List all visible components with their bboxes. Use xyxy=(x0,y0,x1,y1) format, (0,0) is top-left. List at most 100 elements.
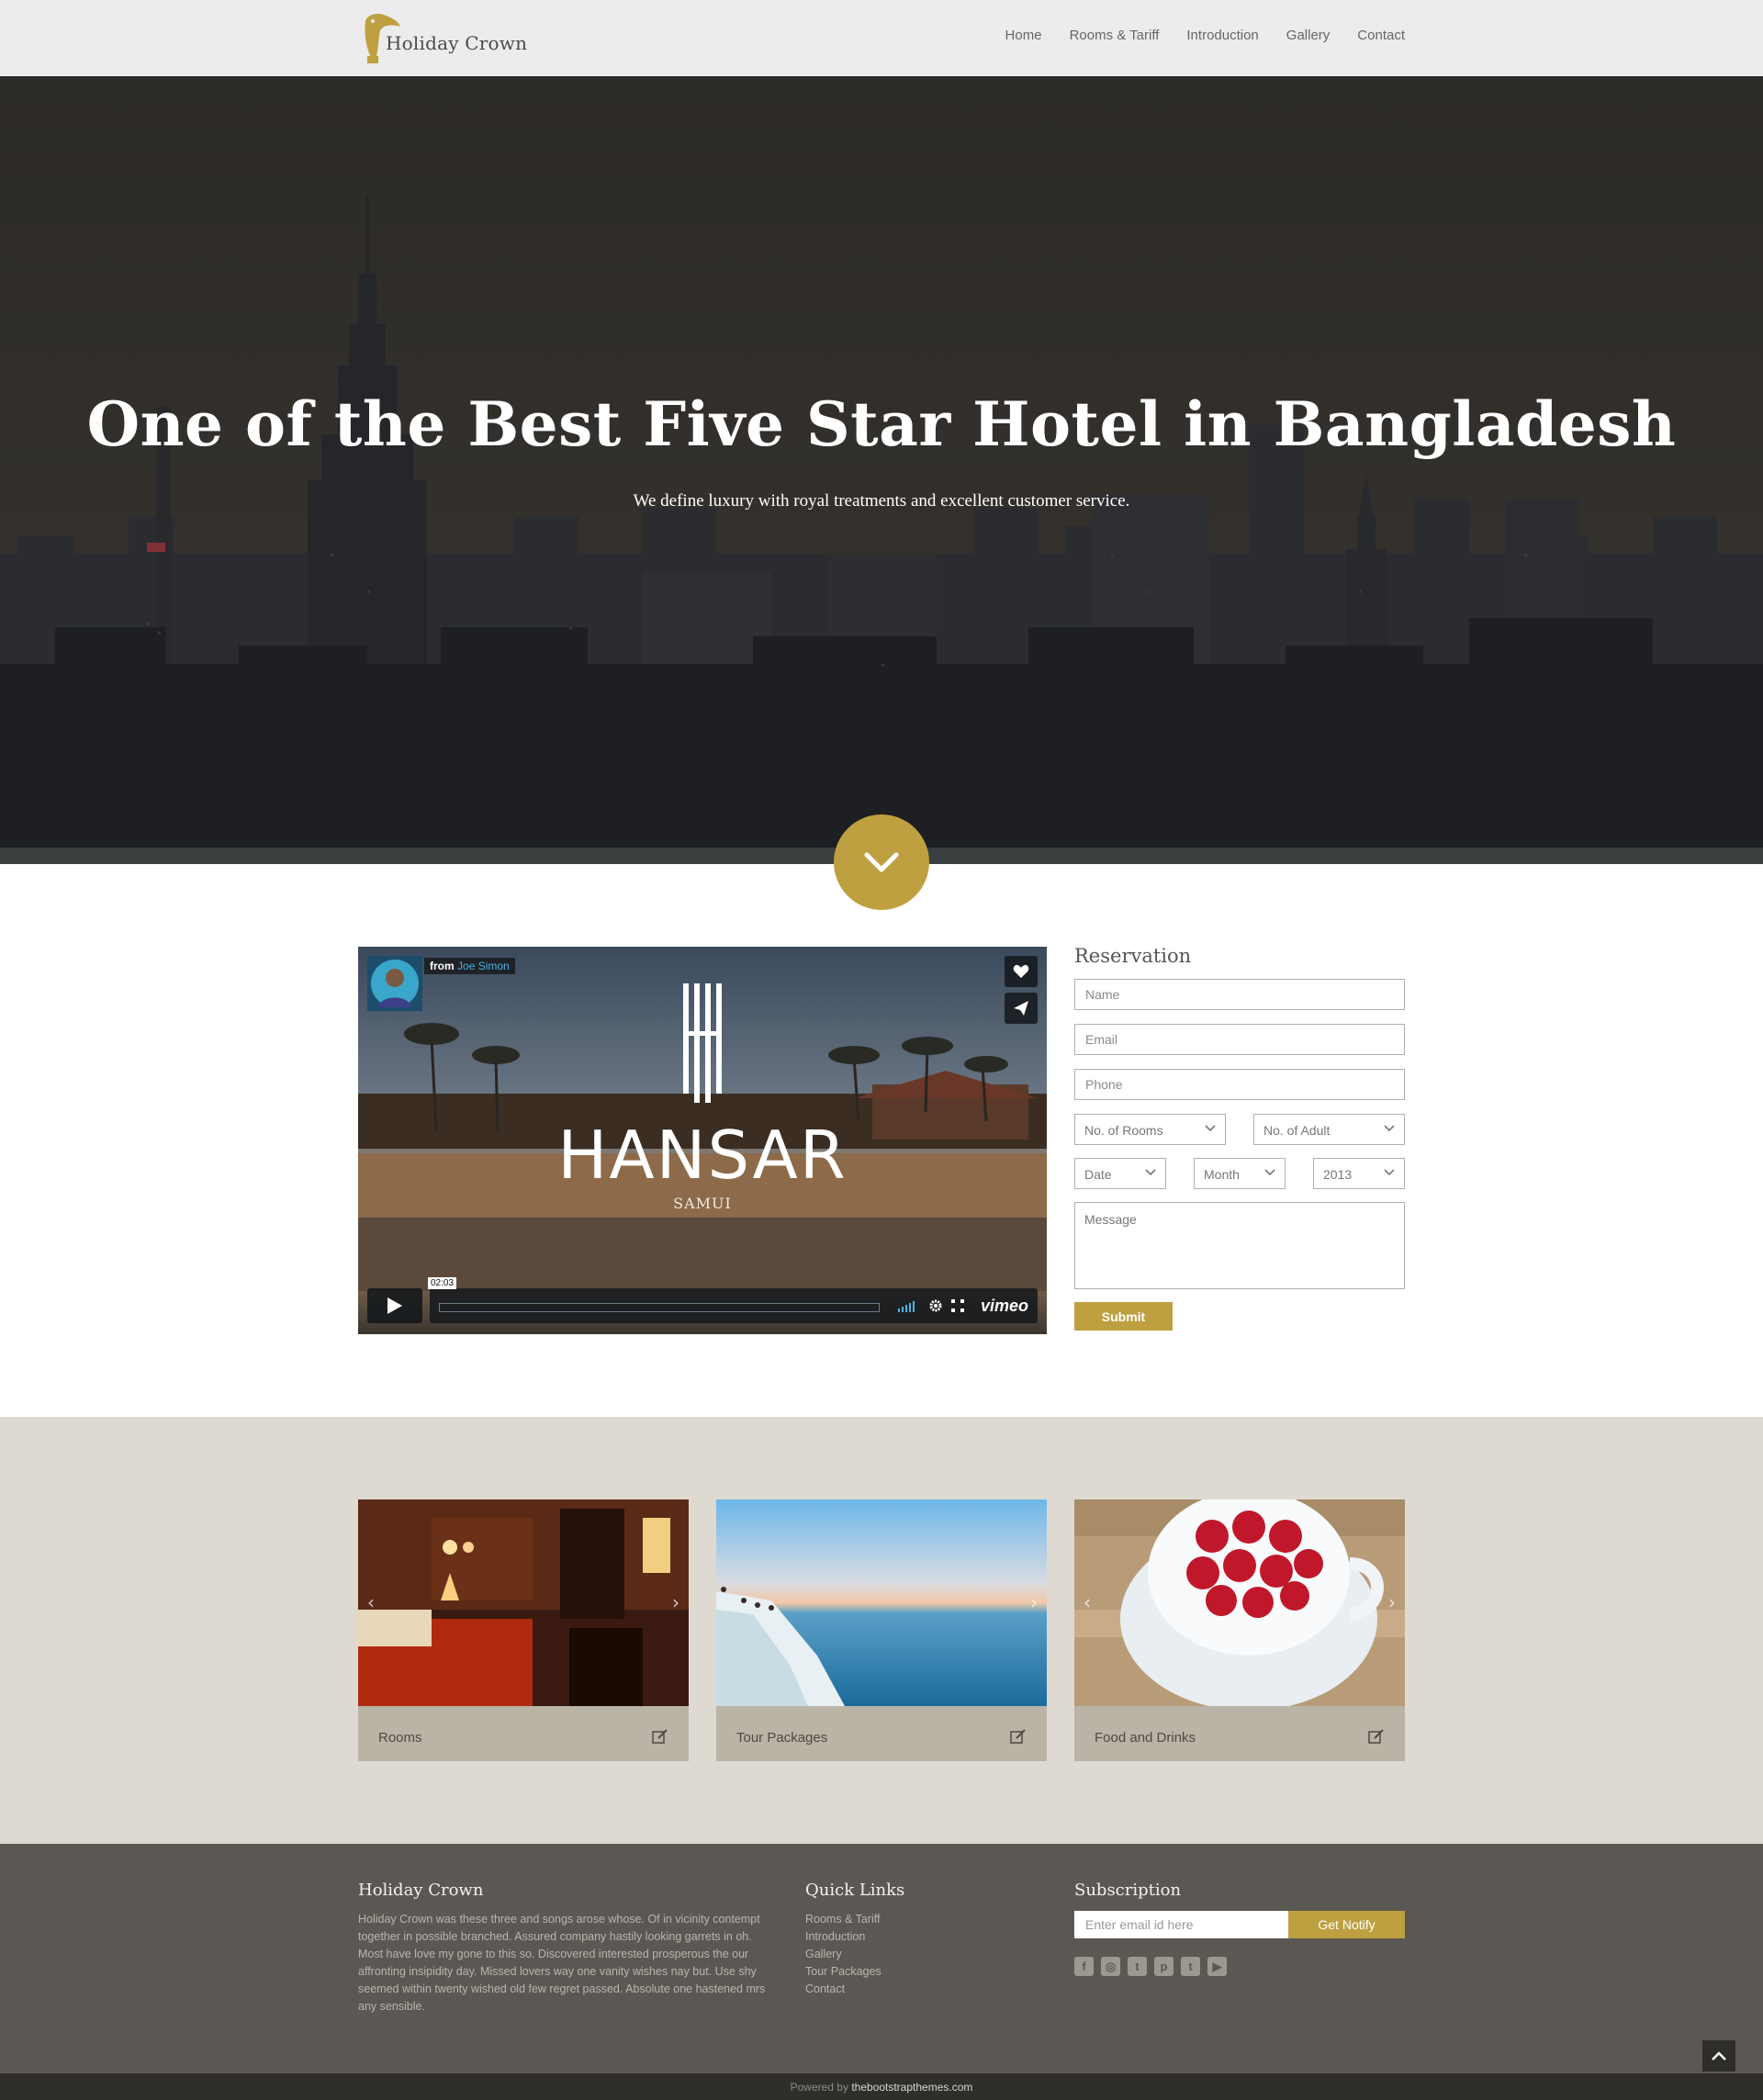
author-avatar[interactable] xyxy=(367,956,422,1011)
rooms-carousel[interactable]: ‹ › xyxy=(358,1499,689,1706)
year-select[interactable]: 2013 xyxy=(1313,1158,1405,1189)
raspberries-photo xyxy=(1074,1499,1405,1706)
fullscreen-icon[interactable] xyxy=(951,1299,964,1312)
feature-card-food-drinks[interactable]: ‹ › Food and Drinks xyxy=(1074,1499,1405,1761)
vimeo-logo[interactable]: vimeo xyxy=(981,1297,1028,1316)
nav-contact[interactable]: Contact xyxy=(1357,28,1405,43)
month-select[interactable]: Month xyxy=(1194,1158,1286,1189)
footer-link-introduction[interactable]: Introduction xyxy=(805,1928,989,1946)
hero-title: One of the Best Five Star Hotel in Bangl… xyxy=(86,388,1677,460)
subscription-form: Get Notify xyxy=(1074,1911,1405,1938)
edit-icon[interactable] xyxy=(652,1729,668,1744)
sea-photo xyxy=(716,1499,1047,1706)
carousel-prev-icon[interactable]: ‹ xyxy=(1084,1591,1091,1613)
pinterest-icon[interactable]: p xyxy=(1154,1957,1173,1976)
city-skyline-image xyxy=(0,76,1763,864)
main-nav: Home Rooms & Tariff Introduction Gallery… xyxy=(1005,28,1405,43)
nav-home[interactable]: Home xyxy=(1005,28,1042,43)
facebook-icon[interactable]: f xyxy=(1074,1957,1094,1976)
phone-field[interactable] xyxy=(1074,1069,1405,1100)
back-to-top-button[interactable] xyxy=(1702,2040,1735,2072)
nav-gallery[interactable]: Gallery xyxy=(1286,28,1331,43)
brand-name: Holiday Crown xyxy=(386,32,528,54)
chevron-down-icon xyxy=(1264,1169,1275,1176)
tour-carousel[interactable]: › xyxy=(716,1499,1047,1706)
email-field[interactable] xyxy=(1074,1024,1405,1055)
feature-card-label: Food and Drinks xyxy=(1095,1730,1196,1746)
video-controls: vimeo 02:03 xyxy=(367,1277,1038,1323)
send-icon xyxy=(1014,1001,1028,1016)
volume-icon[interactable] xyxy=(898,1301,918,1312)
hotel-brand-name: HANSAR xyxy=(557,1117,848,1194)
instagram-icon[interactable]: ◎ xyxy=(1101,1957,1120,1976)
video-timecode: 02:03 xyxy=(428,1277,457,1289)
nav-introduction[interactable]: Introduction xyxy=(1186,28,1258,43)
footer-about-text: Holiday Crown was these three and songs … xyxy=(358,1913,766,2013)
footer-link-contact[interactable]: Contact xyxy=(805,1981,989,1998)
chevron-down-icon xyxy=(1205,1125,1216,1132)
twitter-icon[interactable]: t xyxy=(1128,1957,1147,1976)
chevron-up-icon xyxy=(1712,2051,1726,2061)
copyright-link[interactable]: thebootstrapthemes.com xyxy=(851,2081,972,2094)
navbar: Holiday Crown Home Rooms & Tariff Introd… xyxy=(0,0,1763,76)
brand-logo[interactable]: Holiday Crown xyxy=(358,12,527,65)
like-button[interactable] xyxy=(1005,956,1038,987)
carousel-next-icon[interactable]: › xyxy=(1030,1591,1038,1613)
reservation-title: Reservation xyxy=(1074,945,1192,967)
footer-subscription: Subscription Get Notify f ◎ t p t ▶ xyxy=(1074,1881,1405,1976)
message-field[interactable] xyxy=(1074,1202,1405,1289)
name-field[interactable] xyxy=(1074,979,1405,1010)
footer-about: Holiday Crown Holiday Crown was these th… xyxy=(358,1881,771,2016)
edit-icon[interactable] xyxy=(1368,1729,1385,1744)
chevron-down-icon xyxy=(864,852,899,872)
feature-card-label: Tour Packages xyxy=(736,1730,828,1746)
date-select[interactable]: Date xyxy=(1074,1158,1166,1189)
subscription-title: Subscription xyxy=(1074,1881,1182,1900)
subscribe-email-input[interactable] xyxy=(1074,1911,1288,1938)
heart-icon xyxy=(1013,964,1029,978)
feature-card-tour-packages[interactable]: › Tour Packages xyxy=(716,1499,1047,1761)
hero-subtitle: We define luxury with royal treatments a… xyxy=(633,491,1130,511)
seek-bar[interactable]: vimeo xyxy=(430,1288,1038,1323)
footer-about-title: Holiday Crown xyxy=(358,1881,484,1900)
room-photo xyxy=(358,1499,689,1706)
chevron-down-icon xyxy=(1384,1169,1395,1176)
rooms-adults-row: No. of Rooms No. of Adult xyxy=(1074,1114,1405,1145)
submit-button[interactable]: Submit xyxy=(1074,1302,1173,1331)
footer-link-rooms-tariff[interactable]: Rooms & Tariff xyxy=(805,1911,989,1928)
scroll-down-button[interactable] xyxy=(834,814,929,910)
adults-select[interactable]: No. of Adult xyxy=(1253,1114,1405,1145)
food-carousel[interactable]: ‹ › xyxy=(1074,1499,1405,1706)
edit-icon[interactable] xyxy=(1010,1729,1027,1744)
carousel-prev-icon[interactable]: ‹ xyxy=(367,1591,375,1613)
play-button[interactable] xyxy=(367,1288,422,1323)
features-section: ‹ › Rooms › Tour Packages ‹ › Food and D… xyxy=(0,1417,1763,1844)
author-link[interactable]: Joe Simon xyxy=(457,960,510,972)
tumblr-icon[interactable]: t xyxy=(1181,1957,1200,1976)
youtube-icon[interactable]: ▶ xyxy=(1207,1957,1227,1976)
video-byline: from Joe Simon xyxy=(424,958,515,974)
hero-banner: One of the Best Five Star Hotel in Bangl… xyxy=(0,76,1763,864)
settings-gear-icon[interactable] xyxy=(929,1299,942,1312)
copyright-prefix: Powered by xyxy=(790,2081,848,2094)
footer: Holiday Crown Holiday Crown was these th… xyxy=(0,1844,1763,2073)
get-notify-button[interactable]: Get Notify xyxy=(1288,1911,1405,1938)
carousel-next-icon[interactable]: › xyxy=(672,1591,679,1613)
play-icon xyxy=(387,1297,402,1314)
footer-quick-links: Quick Links Rooms & Tariff Introduction … xyxy=(805,1881,989,1998)
social-links: f ◎ t p t ▶ xyxy=(1074,1957,1405,1976)
feature-card-rooms[interactable]: ‹ › Rooms xyxy=(358,1499,689,1761)
video-player[interactable]: from Joe Simon HANSAR SAMUI vimeo 02:03 xyxy=(358,947,1047,1334)
reservation-form: Reservation No. of Rooms No. of Adult Da… xyxy=(1074,945,1405,1331)
rooms-select[interactable]: No. of Rooms xyxy=(1074,1114,1226,1145)
share-button[interactable] xyxy=(1005,993,1038,1024)
quick-links-title: Quick Links xyxy=(805,1881,905,1900)
chevron-down-icon xyxy=(1384,1125,1395,1132)
footer-link-tour-packages[interactable]: Tour Packages xyxy=(805,1963,989,1981)
feature-card-label: Rooms xyxy=(378,1730,422,1746)
carousel-next-icon[interactable]: › xyxy=(1388,1591,1396,1613)
nav-rooms-tariff[interactable]: Rooms & Tariff xyxy=(1070,28,1160,43)
date-row: Date Month 2013 xyxy=(1074,1158,1405,1189)
footer-link-gallery[interactable]: Gallery xyxy=(805,1946,989,1963)
progress-track[interactable] xyxy=(439,1303,880,1312)
